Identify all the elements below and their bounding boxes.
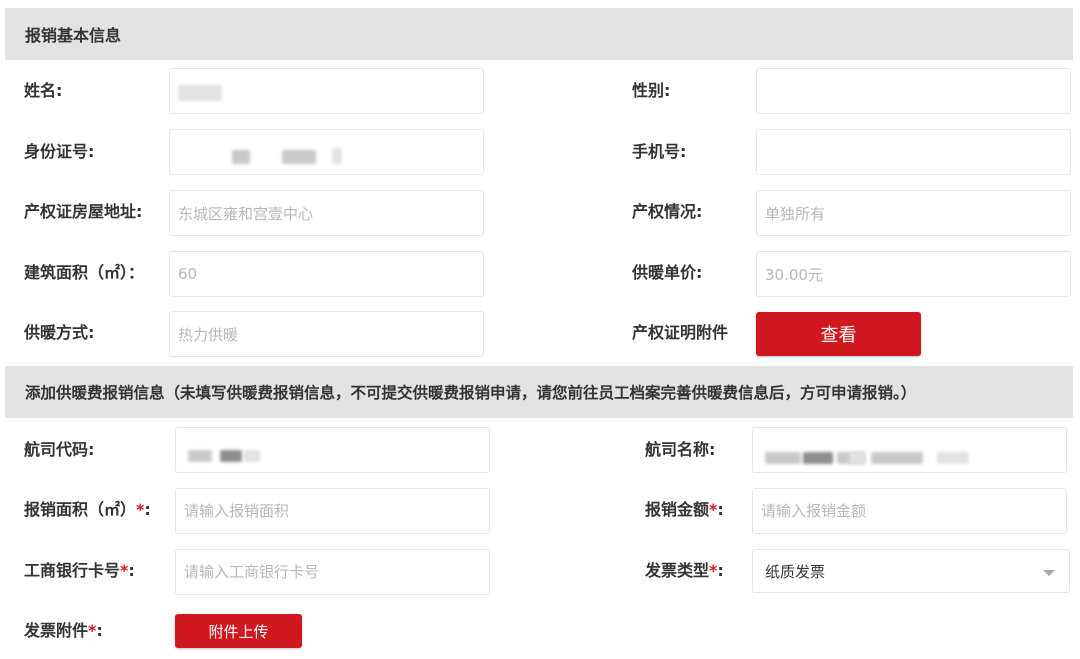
ownership-label: 产权情况: bbox=[632, 202, 703, 221]
gender-label: 性别: bbox=[632, 81, 671, 100]
reimb-amount-field[interactable] bbox=[752, 488, 1067, 534]
name-field[interactable] bbox=[169, 68, 484, 114]
section-title: 报销基本信息 bbox=[25, 26, 122, 45]
phone-field[interactable] bbox=[756, 129, 1071, 175]
invoice-type-value: 纸质发票 bbox=[765, 562, 826, 581]
upload-attachment-button[interactable]: 附件上传 bbox=[175, 614, 302, 648]
reimb-amount-label: 报销金额*: bbox=[645, 500, 724, 519]
unit-price-field[interactable]: 30.00元 bbox=[756, 251, 1071, 297]
id-number-label: 身份证号: bbox=[24, 142, 95, 161]
airline-code-field[interactable] bbox=[175, 427, 490, 473]
airline-name-field[interactable] bbox=[752, 427, 1067, 473]
redacted-value bbox=[178, 85, 222, 101]
redacted-value bbox=[803, 452, 833, 464]
invoice-type-label: 发票类型*: bbox=[645, 561, 724, 580]
building-area-field[interactable]: 60 bbox=[169, 251, 484, 297]
unit-price-value: 30.00元 bbox=[765, 265, 823, 284]
chevron-down-icon bbox=[1043, 570, 1055, 576]
building-area-value: 60 bbox=[178, 265, 198, 283]
id-number-field[interactable] bbox=[169, 129, 484, 175]
heating-method-label: 供暖方式: bbox=[24, 323, 95, 342]
bank-card-input[interactable] bbox=[184, 563, 489, 581]
phone-label: 手机号: bbox=[632, 142, 687, 161]
invoice-attachment-label: 发票附件*: bbox=[24, 621, 103, 640]
redacted-value bbox=[849, 452, 865, 464]
reimb-area-field[interactable] bbox=[175, 488, 490, 534]
heating-method-field[interactable]: 热力供暖 bbox=[169, 311, 484, 357]
view-button[interactable]: 查看 bbox=[756, 312, 921, 356]
heating-method-value: 热力供暖 bbox=[178, 325, 239, 344]
redacted-value bbox=[937, 452, 969, 464]
property-attachment-label: 产权证明附件 bbox=[632, 323, 729, 342]
redacted-value bbox=[332, 148, 342, 164]
reimb-area-input[interactable] bbox=[184, 502, 489, 520]
redacted-value bbox=[765, 452, 801, 464]
name-label: 姓名: bbox=[24, 81, 63, 100]
address-label: 产权证房屋地址: bbox=[24, 202, 143, 221]
redacted-value bbox=[232, 150, 250, 164]
airline-code-label: 航司代码: bbox=[24, 440, 95, 459]
section-header-basic-info: 报销基本信息 bbox=[5, 8, 1073, 60]
section-title: 添加供暖费报销信息（未填写供暖费报销信息，不可提交供暖费报销申请，请您前往员工档… bbox=[25, 384, 917, 402]
redacted-value bbox=[871, 452, 923, 464]
redacted-value bbox=[282, 150, 316, 164]
bank-card-field[interactable] bbox=[175, 549, 490, 595]
reimb-area-label: 报销面积（㎡）*: bbox=[24, 500, 151, 519]
unit-price-label: 供暖单价: bbox=[632, 263, 703, 282]
ownership-field[interactable]: 单独所有 bbox=[756, 190, 1071, 236]
airline-name-label: 航司名称: bbox=[645, 440, 716, 459]
reimb-amount-input[interactable] bbox=[761, 502, 1066, 520]
address-value: 东城区雍和宫壹中心 bbox=[178, 204, 314, 223]
redacted-value bbox=[244, 450, 260, 462]
redacted-value bbox=[220, 450, 242, 462]
redacted-value bbox=[188, 450, 212, 462]
address-field[interactable]: 东城区雍和宫壹中心 bbox=[169, 190, 484, 236]
gender-field[interactable] bbox=[756, 68, 1071, 114]
building-area-label: 建筑面积（㎡）： bbox=[24, 263, 145, 282]
invoice-type-select[interactable]: 纸质发票 bbox=[752, 549, 1070, 593]
section-header-reimbursement: 添加供暖费报销信息（未填写供暖费报销信息，不可提交供暖费报销申请，请您前往员工档… bbox=[5, 366, 1073, 418]
ownership-value: 单独所有 bbox=[765, 204, 826, 223]
bank-card-label: 工商银行卡号*: bbox=[24, 561, 135, 580]
